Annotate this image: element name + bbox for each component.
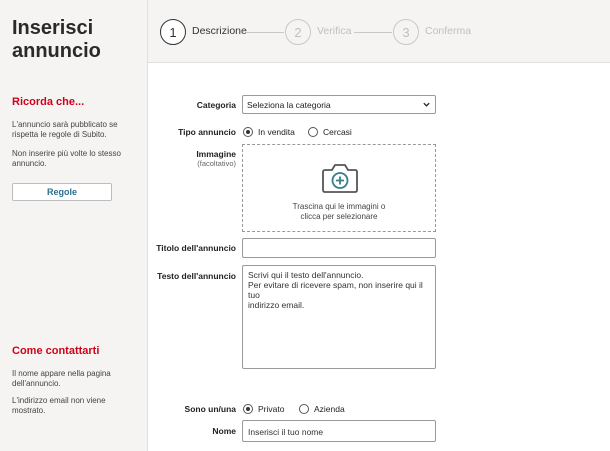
chevron-down-icon <box>423 102 430 107</box>
reminder-text-duplicates: Non inserire più volte lo stesso annunci… <box>12 149 121 168</box>
step-1-label: Descrizione <box>192 25 247 37</box>
seller-company-radio[interactable] <box>299 404 309 414</box>
category-select[interactable]: Seleziona la categoria <box>242 95 436 114</box>
ad-type-sale-radio[interactable] <box>243 127 253 137</box>
sidebar: Inserisci annuncio Ricorda che... L'annu… <box>0 0 148 451</box>
page-title: Inserisci annuncio <box>12 17 101 63</box>
contact-text-name: Il nome appare nella pagina dell'annunci… <box>12 369 111 388</box>
ad-text-label: Testo dell'annuncio <box>157 271 236 281</box>
ad-text-placeholder-line3: indirizzo email. <box>248 300 305 310</box>
step-connector <box>354 32 392 33</box>
ad-title-label: Titolo dell'annuncio <box>156 243 236 253</box>
step-connector <box>246 32 284 33</box>
image-label: Immagine <box>196 149 236 159</box>
ad-type-wanted-radio[interactable] <box>308 127 318 137</box>
name-label: Nome <box>212 426 236 436</box>
step-3-label: Conferma <box>425 25 472 37</box>
dropzone-text-line2: clicca per selezionare <box>300 212 378 221</box>
ad-type-label: Tipo annuncio <box>178 127 236 137</box>
category-select-value: Seleziona la categoria <box>247 99 331 110</box>
name-input[interactable]: Inserisci il tuo nome <box>242 420 436 442</box>
rules-button[interactable]: Regole <box>12 183 112 201</box>
step-2-label: Verifica <box>317 25 352 37</box>
ad-text-placeholder-line2: Per evitare di ricevere spam, non inseri… <box>248 280 423 300</box>
seller-company-label: Azienda <box>314 404 345 414</box>
reminder-heading: Ricorda che... <box>12 96 85 108</box>
ad-type-wanted-label: Cercasi <box>323 127 352 137</box>
seller-private-radio[interactable] <box>243 404 253 414</box>
ad-title-input[interactable] <box>242 238 436 258</box>
dropzone-text-line1: Trascina qui le immagini o <box>292 202 386 211</box>
reminder-text-rules: L'annuncio sarà pubblicato se rispetta l… <box>12 120 118 139</box>
image-optional-note: (facoltativo) <box>197 159 236 168</box>
contact-text-email: L'indirizzo email non viene mostrato. <box>12 396 106 415</box>
ad-text-placeholder-line1: Scrivi qui il testo dell'annuncio. <box>248 270 364 280</box>
step-1-circle: 1 <box>160 19 186 45</box>
category-label: Categoria <box>196 100 236 110</box>
seller-private-label: Privato <box>258 404 285 414</box>
contact-heading: Come contattarti <box>12 345 100 357</box>
ad-text-textarea[interactable]: Scrivi qui il testo dell'annuncio. Per e… <box>242 265 436 369</box>
camera-plus-icon <box>322 164 358 193</box>
step-indicator: 1 Descrizione 2 Verifica 3 Conferma <box>148 0 610 62</box>
step-2-circle: 2 <box>285 19 311 45</box>
seller-type-label: Sono un/una <box>184 404 236 414</box>
page-title-line2: annuncio <box>12 40 101 62</box>
page-title-line1: Inserisci <box>12 17 94 39</box>
step-3-circle: 3 <box>393 19 419 45</box>
image-dropzone[interactable]: Trascina qui le immagini o clicca per se… <box>242 144 436 232</box>
ad-type-sale-label: In vendita <box>258 127 295 137</box>
